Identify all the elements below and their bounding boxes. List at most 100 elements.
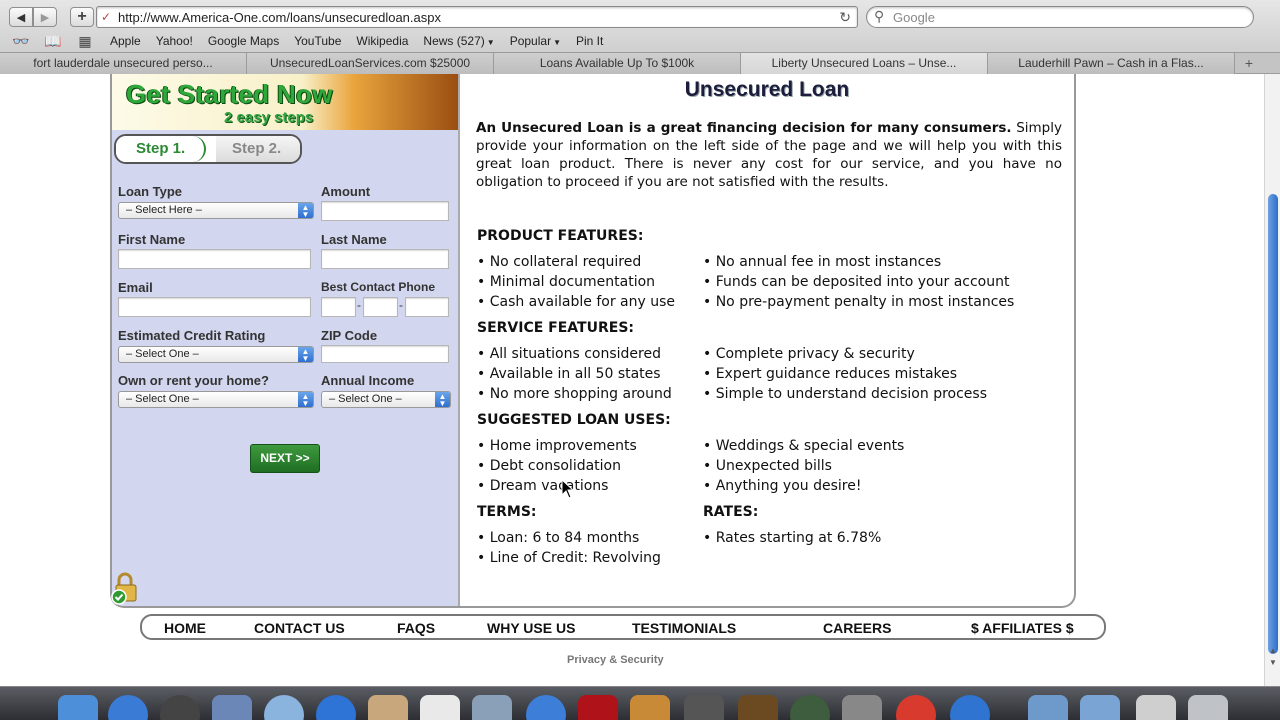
chrome-icon[interactable]	[896, 695, 936, 720]
rates-heading: RATES:	[703, 504, 759, 520]
phone-area-input[interactable]	[321, 297, 356, 317]
email-input[interactable]	[118, 297, 311, 317]
imovie-icon[interactable]	[684, 695, 724, 720]
bookmark-yahoo[interactable]: Yahoo!	[156, 34, 193, 48]
nav-testimonials[interactable]: TESTIMONIALS	[632, 620, 736, 636]
bookmark-popular-label: Popular	[509, 34, 552, 48]
nav-why-use-us[interactable]: WHY USE US	[487, 620, 575, 636]
credit-rating-value: – Select One –	[126, 348, 199, 360]
bookmark-apple[interactable]: Apple	[110, 34, 141, 48]
own-rent-select[interactable]: – Select One – ▲ ▼	[118, 391, 314, 408]
dashboard-icon[interactable]	[160, 695, 200, 720]
applications-folder-icon[interactable]	[1028, 695, 1068, 720]
content-panel: Unsecured Loan An Unsecured Loan is a gr…	[460, 74, 1074, 606]
top-sites-grid-icon[interactable]: ▦	[74, 33, 96, 50]
nav-home[interactable]: HOME	[164, 620, 206, 636]
bookmarks-book-icon[interactable]: 📖	[42, 33, 64, 50]
bookmark-pin-it[interactable]: Pin It	[576, 34, 603, 48]
forward-button[interactable]: ▶	[33, 7, 57, 27]
itunes-icon[interactable]	[526, 695, 566, 720]
new-tab-button[interactable]: +	[1235, 53, 1263, 73]
annual-income-select[interactable]: – Select One – ▲ ▼	[321, 391, 451, 408]
amount-label: Amount	[321, 184, 371, 199]
select-arrows-icon: ▲ ▼	[298, 203, 313, 219]
browser-icon[interactable]	[950, 695, 990, 720]
list-item: • No pre-payment penalty in most instanc…	[703, 294, 1015, 310]
privacy-link[interactable]: Privacy & Security	[567, 654, 664, 666]
amount-input[interactable]	[321, 201, 449, 221]
preview-icon[interactable]	[472, 695, 512, 720]
chevron-down-icon: ▼	[553, 38, 561, 47]
bookmark-google-maps[interactable]: Google Maps	[208, 34, 279, 48]
address-book-icon[interactable]	[368, 695, 408, 720]
nav-faqs[interactable]: FAQS	[397, 620, 435, 636]
add-bookmark-button[interactable]: +	[70, 7, 94, 27]
list-item: • All situations considered	[477, 346, 661, 362]
tab-5[interactable]: Lauderhill Pawn – Cash in a Flas...	[988, 53, 1235, 74]
nav-affiliates[interactable]: $ AFFILIATES $	[971, 620, 1074, 636]
step-indicator: Step 2. Step 1.	[114, 134, 302, 164]
intro-paragraph: An Unsecured Loan is a great financing d…	[476, 119, 1062, 191]
url-text: http://www.America-One.com/loans/unsecur…	[118, 10, 441, 25]
own-rent-label: Own or rent your home?	[118, 373, 269, 388]
calendar-icon[interactable]	[420, 695, 460, 720]
zip-code-input[interactable]	[321, 345, 449, 363]
tab-2[interactable]: UnsecuredLoanServices.com $25000	[247, 53, 494, 74]
step-2: Step 2.	[216, 136, 300, 162]
forward-arrow-icon: ▶	[40, 11, 50, 24]
scroll-up-arrow-icon[interactable]: ▲	[1269, 646, 1277, 655]
garageband-icon[interactable]	[738, 695, 778, 720]
scroll-thumb[interactable]	[1268, 194, 1278, 654]
finder-icon[interactable]	[58, 695, 98, 720]
next-button[interactable]: NEXT >>	[250, 444, 320, 473]
facetime-icon[interactable]	[316, 695, 356, 720]
list-item: • No collateral required	[477, 254, 642, 270]
nav-contact-us[interactable]: CONTACT US	[254, 620, 345, 636]
documents-folder-icon[interactable]	[1080, 695, 1120, 720]
phone-prefix-input[interactable]	[363, 297, 398, 317]
phone-line-input[interactable]	[405, 297, 449, 317]
list-item: • Expert guidance reduces mistakes	[703, 366, 958, 382]
list-item: • Simple to understand decision process	[703, 386, 987, 402]
page-scrollbar[interactable]: ▲ ▼	[1264, 74, 1280, 686]
bookmark-youtube[interactable]: YouTube	[294, 34, 341, 48]
list-item: • Rates starting at 6.78%	[703, 530, 882, 546]
first-name-input[interactable]	[118, 249, 311, 269]
bookmark-news[interactable]: News (527) ▼	[423, 34, 494, 48]
reload-icon[interactable]: ↻	[839, 9, 851, 26]
loan-type-label: Loan Type	[118, 184, 183, 199]
loan-uses-heading: SUGGESTED LOAN USES:	[477, 412, 671, 428]
reading-list-icon[interactable]: 👓	[10, 33, 32, 50]
quote-form-panel: Get Started Now 2 easy steps Step 2. Ste…	[111, 74, 460, 606]
time-machine-icon[interactable]	[790, 695, 830, 720]
bookmarks-bar: 👓 📖 ▦ Apple Yahoo! Google Maps YouTube W…	[0, 31, 1280, 51]
safari-icon[interactable]	[264, 695, 304, 720]
app-store-icon[interactable]	[108, 695, 148, 720]
list-item: • Funds can be deposited into your accou…	[703, 274, 1010, 290]
last-name-input[interactable]	[321, 249, 449, 269]
page-title: Unsecured Loan	[684, 78, 850, 101]
back-button[interactable]: ◀	[9, 7, 33, 27]
downloads-stack-icon[interactable]	[1136, 695, 1176, 720]
zip-code-label: ZIP Code	[321, 328, 378, 343]
tab-1[interactable]: fort lauderdale unsecured perso...	[0, 53, 247, 74]
address-bar[interactable]: ✓ http://www.America-One.com/loans/unsec…	[96, 6, 858, 28]
nav-careers[interactable]: CAREERS	[823, 620, 891, 636]
system-preferences-icon[interactable]	[842, 695, 882, 720]
credit-rating-select[interactable]: – Select One – ▲ ▼	[118, 346, 314, 363]
list-item: • Dream vacations	[477, 478, 609, 494]
list-item: • No annual fee in most instances	[703, 254, 942, 270]
list-item: • Available in all 50 states	[477, 366, 661, 382]
loan-type-select[interactable]: – Select Here – ▲ ▼	[118, 202, 314, 219]
iphoto-icon[interactable]	[630, 695, 670, 720]
list-item: • Complete privacy & security	[703, 346, 915, 362]
search-input[interactable]: ⚲ Google	[866, 6, 1254, 28]
photo-booth-icon[interactable]	[578, 695, 618, 720]
tab-4[interactable]: Liberty Unsecured Loans – Unse...	[741, 53, 988, 74]
trash-icon[interactable]	[1188, 695, 1228, 720]
mail-icon[interactable]	[212, 695, 252, 720]
scroll-down-arrow-icon[interactable]: ▼	[1269, 658, 1277, 667]
bookmark-wikipedia[interactable]: Wikipedia	[356, 34, 408, 48]
tab-3[interactable]: Loans Available Up To $100k	[494, 53, 741, 74]
bookmark-popular[interactable]: Popular ▼	[510, 34, 561, 48]
